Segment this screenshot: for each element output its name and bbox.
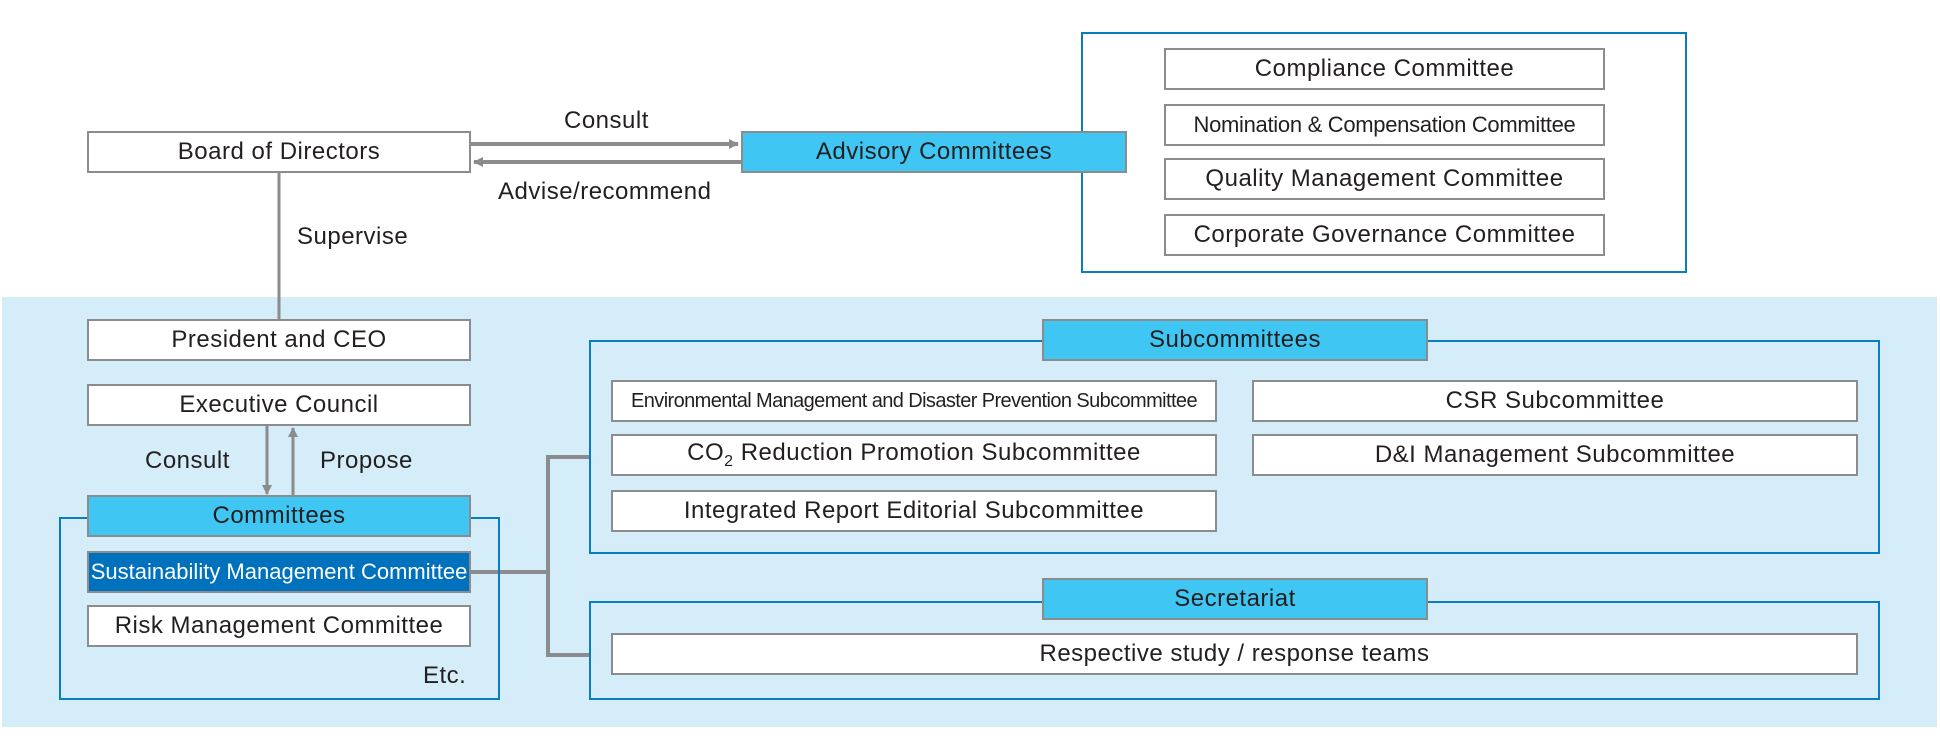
executive-council-label: Executive Council <box>179 391 379 418</box>
integrated-report-subcommittee-box[interactable]: Integrated Report Editorial Subcommittee <box>611 490 1217 532</box>
co2-suffix: Reduction Promotion Subcommittee <box>740 439 1141 467</box>
subcommittees-header[interactable]: Subcommittees <box>1042 319 1428 361</box>
csr-subcommittee-label: CSR Subcommittee <box>1445 387 1665 414</box>
board-of-directors-box[interactable]: Board of Directors <box>87 131 471 173</box>
subcommittees-header-label: Subcommittees <box>1149 326 1321 353</box>
compliance-committee-label: Compliance Committee <box>1254 55 1515 82</box>
quality-management-committee-box[interactable]: Quality Management Committee <box>1164 158 1605 200</box>
board-label: Board of Directors <box>177 138 381 165</box>
di-management-subcommittee-label: D&I Management Subcommittee <box>1374 441 1736 468</box>
president-ceo-label: President and CEO <box>171 326 387 353</box>
supervise-label: Supervise <box>297 223 409 250</box>
secretariat-header[interactable]: Secretariat <box>1042 578 1428 620</box>
co2-subscript: 2 <box>724 452 734 470</box>
corporate-governance-committee-box[interactable]: Corporate Governance Committee <box>1164 214 1605 256</box>
risk-management-committee-label: Risk Management Committee <box>114 612 444 639</box>
co2-reduction-subcommittee-label: CO2 Reduction Promotion Subcommittee <box>687 439 1141 471</box>
advisory-committees-header[interactable]: Advisory Committees <box>741 131 1127 173</box>
environmental-disaster-prevention-subcommittee-box[interactable]: Environmental Management and Disaster Pr… <box>611 380 1217 422</box>
propose-label: Propose <box>320 447 413 474</box>
committees-header-label: Committees <box>212 502 346 529</box>
committees-header[interactable]: Committees <box>87 495 471 537</box>
exec-consult-label: Consult <box>145 447 230 474</box>
nomination-compensation-committee-box[interactable]: Nomination & Compensation Committee <box>1164 104 1605 146</box>
etc-label: Etc. <box>423 662 467 689</box>
compliance-committee-box[interactable]: Compliance Committee <box>1164 48 1605 90</box>
di-management-subcommittee-box[interactable]: D&I Management Subcommittee <box>1252 434 1858 476</box>
co2-prefix: CO <box>687 439 725 467</box>
response-teams-box[interactable]: Respective study / response teams <box>611 633 1858 675</box>
corporate-governance-committee-label: Corporate Governance Committee <box>1193 221 1576 248</box>
co2-reduction-subcommittee-box[interactable]: CO2 Reduction Promotion Subcommittee <box>611 434 1217 476</box>
environmental-disaster-prevention-subcommittee-label: Environmental Management and Disaster Pr… <box>631 389 1198 412</box>
response-teams-label: Respective study / response teams <box>1039 640 1430 667</box>
consult-label: Consult <box>564 107 649 134</box>
advise-recommend-label: Advise/recommend <box>498 178 712 205</box>
sustainability-management-committee-label: Sustainability Management Committee <box>90 559 468 584</box>
president-ceo-box[interactable]: President and CEO <box>87 319 471 361</box>
csr-subcommittee-box[interactable]: CSR Subcommittee <box>1252 380 1858 422</box>
quality-management-committee-label: Quality Management Committee <box>1205 165 1564 192</box>
secretariat-header-label: Secretariat <box>1174 585 1296 612</box>
executive-council-box[interactable]: Executive Council <box>87 384 471 426</box>
risk-management-committee-box[interactable]: Risk Management Committee <box>87 605 471 647</box>
nomination-compensation-committee-label: Nomination & Compensation Committee <box>1193 112 1576 137</box>
smc-branch-connector <box>546 455 589 657</box>
sustainability-management-committee-box[interactable]: Sustainability Management Committee <box>87 551 471 593</box>
advisory-header-label: Advisory Committees <box>815 138 1053 165</box>
integrated-report-subcommittee-label: Integrated Report Editorial Subcommittee <box>683 497 1145 524</box>
